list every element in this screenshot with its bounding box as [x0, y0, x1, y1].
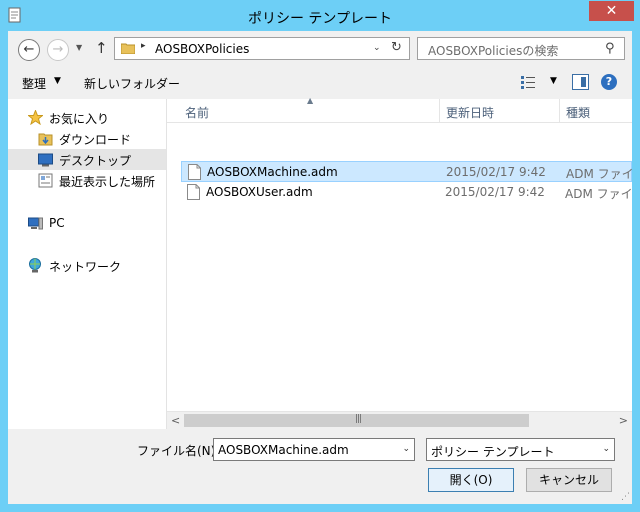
- nav-item-desktop[interactable]: デスクトップ: [8, 149, 166, 170]
- nav-item-favorites[interactable]: お気に入り: [8, 107, 166, 128]
- forward-button[interactable]: →: [47, 39, 69, 61]
- nav-item-network[interactable]: ネットワーク: [8, 255, 166, 276]
- chevron-down-icon[interactable]: ⌄: [602, 444, 610, 454]
- filetype-value: ポリシー テンプレート: [431, 445, 555, 459]
- nav-item-pc[interactable]: PC: [8, 213, 166, 234]
- file-row[interactable]: AOSBOXUser.adm 2015/02/17 9:42 ADM ファイル: [181, 182, 632, 203]
- pc-icon: [28, 217, 43, 230]
- title-bar[interactable]: ポリシー テンプレート ✕: [0, 0, 640, 31]
- file-date: 2015/02/17 9:42: [446, 165, 546, 179]
- scroll-right-icon[interactable]: >: [619, 414, 628, 427]
- file-list: ▲ 名前 更新日時 種類 AOSBOXMachine.adm 2015/02/1…: [167, 96, 632, 429]
- filename-label: ファイル名(N):: [137, 444, 220, 458]
- organize-button[interactable]: 整理: [22, 75, 46, 92]
- filetype-select[interactable]: ポリシー テンプレート ⌄: [426, 438, 615, 461]
- scroll-left-icon[interactable]: <: [171, 414, 180, 427]
- filename-value[interactable]: AOSBOXMachine.adm: [218, 443, 349, 457]
- file-name: AOSBOXMachine.adm: [207, 165, 338, 179]
- breadcrumb-current-folder[interactable]: AOSBOXPolicies: [155, 42, 249, 56]
- nav-item-label: 最近表示した場所: [59, 175, 156, 189]
- recent-places-icon: [38, 173, 53, 188]
- nav-item-label: ネットワーク: [49, 260, 122, 274]
- address-dropdown-icon[interactable]: ⌄: [373, 43, 381, 53]
- view-options-icon[interactable]: [520, 74, 536, 90]
- column-divider[interactable]: [559, 99, 560, 123]
- organize-dropdown-icon[interactable]: ▼: [54, 76, 61, 86]
- file-icon: [187, 184, 200, 200]
- scrollbar-thumb[interactable]: |||: [184, 414, 529, 427]
- help-icon[interactable]: ?: [601, 74, 617, 90]
- view-dropdown-icon[interactable]: ▼: [550, 76, 557, 86]
- file-type: ADM ファイル: [565, 187, 631, 201]
- nav-item-label: ダウンロード: [59, 133, 132, 147]
- nav-item-recent-places[interactable]: 最近表示した場所: [8, 170, 166, 191]
- resize-grip-icon[interactable]: ⋰: [621, 492, 630, 502]
- folder-icon: [121, 43, 135, 54]
- chevron-down-icon[interactable]: ⌄: [402, 444, 410, 454]
- preview-pane-icon[interactable]: [572, 74, 589, 90]
- file-name: AOSBOXUser.adm: [206, 185, 313, 199]
- new-folder-button[interactable]: 新しいフォルダー: [84, 75, 180, 92]
- nav-item-label: デスクトップ: [59, 154, 132, 168]
- close-button[interactable]: ✕: [589, 1, 634, 21]
- nav-item-label: PC: [49, 216, 65, 230]
- sort-ascending-icon: ▲: [307, 96, 314, 105]
- nav-item-label: お気に入り: [49, 112, 110, 126]
- file-type: ADM ファイル: [566, 167, 632, 181]
- open-button[interactable]: 開く(O): [428, 468, 514, 492]
- file-open-dialog: ポリシー テンプレート ✕ ← → ▼ ↑ ▸ AOSBOXPolicies ⌄…: [0, 0, 640, 512]
- desktop-icon: [38, 153, 53, 167]
- up-button[interactable]: ↑: [95, 39, 108, 57]
- scrollbar-grip-icon: |||: [355, 414, 362, 424]
- column-header-type[interactable]: 種類: [566, 104, 590, 121]
- command-bar: 整理 ▼ 新しいフォルダー ▼ ?: [8, 69, 632, 97]
- horizontal-scrollbar[interactable]: < ||| >: [167, 411, 632, 429]
- column-header-name[interactable]: 名前: [185, 104, 209, 121]
- address-bar[interactable]: ▸ AOSBOXPolicies ⌄ ↻: [114, 37, 410, 60]
- navigation-pane: お気に入り ダウンロード デスクトップ 最近表示した場所 PC ネットワーク: [8, 99, 166, 429]
- dialog-client: ← → ▼ ↑ ▸ AOSBOXPolicies ⌄ ↻ AOSBOXPolic…: [8, 31, 632, 504]
- nav-item-downloads[interactable]: ダウンロード: [8, 128, 166, 149]
- column-divider[interactable]: [439, 99, 440, 123]
- column-header-row: ▲ 名前 更新日時 種類: [167, 96, 632, 123]
- downloads-folder-icon: [38, 133, 53, 146]
- file-date: 2015/02/17 9:42: [445, 185, 545, 199]
- refresh-icon[interactable]: ↻: [391, 40, 402, 55]
- filename-combobox[interactable]: AOSBOXMachine.adm ⌄: [213, 438, 415, 461]
- network-icon: [29, 258, 41, 273]
- cancel-button[interactable]: キャンセル: [526, 468, 612, 492]
- search-icon[interactable]: ⚲: [605, 41, 615, 56]
- file-icon: [188, 164, 201, 180]
- back-button[interactable]: ←: [18, 39, 40, 61]
- window-title: ポリシー テンプレート: [247, 11, 393, 27]
- column-header-date[interactable]: 更新日時: [446, 104, 494, 121]
- search-input[interactable]: AOSBOXPoliciesの検索 ⚲: [417, 37, 625, 60]
- breadcrumb-chevron-icon[interactable]: ▸: [141, 41, 146, 51]
- star-icon: [28, 110, 43, 125]
- search-placeholder: AOSBOXPoliciesの検索: [428, 44, 559, 58]
- recent-locations-dropdown[interactable]: ▼: [76, 43, 82, 52]
- file-row[interactable]: AOSBOXMachine.adm 2015/02/17 9:42 ADM ファ…: [181, 161, 632, 182]
